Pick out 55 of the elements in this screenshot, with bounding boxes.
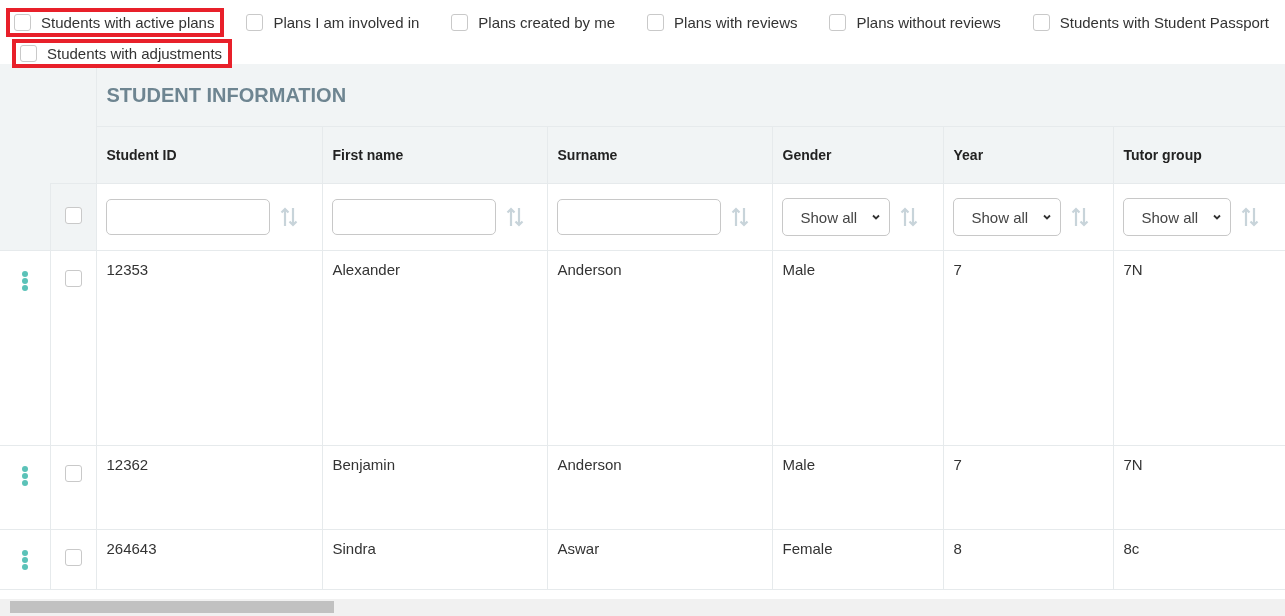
filter-dropdown[interactable]: Show all [781, 198, 890, 236]
sort-icon[interactable] [899, 206, 918, 228]
sort-icon[interactable] [730, 206, 749, 228]
table-cell: 264643 [106, 540, 157, 557]
column-header: Tutor group [1123, 147, 1202, 163]
filter-input[interactable] [556, 199, 721, 235]
chevron-down-icon[interactable] [1211, 212, 1222, 222]
row-checkbox[interactable] [64, 465, 82, 482]
section-title: STUDENT INFORMATION [106, 83, 347, 106]
filter-checkbox[interactable]: Students with active plans [6, 8, 225, 37]
sort-icon[interactable] [1070, 206, 1089, 228]
filter-checkbox[interactable]: Students with Student Passport [1024, 8, 1279, 37]
filter-dropdown[interactable]: Show all [1122, 198, 1231, 236]
column-header: Student ID [106, 147, 177, 163]
more-options-icon[interactable] [20, 549, 29, 571]
filter-checkbox[interactable]: Plans without reviews [821, 8, 1011, 37]
table-cell: Female [782, 540, 833, 557]
filter-checkbox[interactable]: Plans created by me [443, 8, 626, 37]
table-cell: 8 [953, 540, 962, 557]
table-cell: Anderson [557, 261, 622, 278]
table-cell: 12362 [106, 456, 149, 473]
chevron-down-icon[interactable] [1041, 212, 1052, 222]
column-header: Year [953, 147, 984, 163]
table-cell: 12353 [106, 261, 149, 278]
table-cell: 7N [1123, 456, 1143, 473]
table-cell: Benjamin [332, 456, 396, 473]
chevron-down-icon[interactable] [870, 212, 881, 222]
table-cell: Alexander [332, 261, 401, 278]
filter-dropdown[interactable]: Show all [952, 198, 1061, 236]
more-options-icon[interactable] [20, 465, 29, 487]
filter-checkbox[interactable]: Plans I am involved in [238, 8, 430, 37]
row-checkbox[interactable] [64, 270, 82, 287]
table-cell: Aswar [557, 540, 600, 557]
table-cell: Male [782, 456, 815, 473]
table-cell: 8c [1123, 540, 1140, 557]
table-cell: 7 [953, 261, 962, 278]
table-cell: 7N [1123, 261, 1143, 278]
filter-input[interactable] [105, 199, 270, 235]
table-cell: 7 [953, 456, 962, 473]
column-header: Gender [782, 147, 832, 163]
column-header: First name [332, 147, 404, 163]
table-cell: Anderson [557, 456, 622, 473]
sort-icon[interactable] [1240, 206, 1259, 228]
sort-icon[interactable] [505, 206, 524, 228]
column-header: Surname [557, 147, 618, 163]
row-checkbox[interactable] [64, 549, 82, 566]
filter-checkbox[interactable]: Students with adjustments [12, 39, 233, 68]
table-cell: Male [782, 261, 815, 278]
filter-checkbox[interactable]: Plans with reviews [639, 8, 808, 37]
sort-icon[interactable] [279, 206, 298, 228]
table-cell: Sindra [332, 540, 376, 557]
horizontal-scrollbar[interactable] [0, 599, 1285, 616]
select-all-checkbox[interactable] [64, 207, 82, 224]
filter-input[interactable] [331, 199, 496, 235]
more-options-icon[interactable] [20, 270, 29, 292]
